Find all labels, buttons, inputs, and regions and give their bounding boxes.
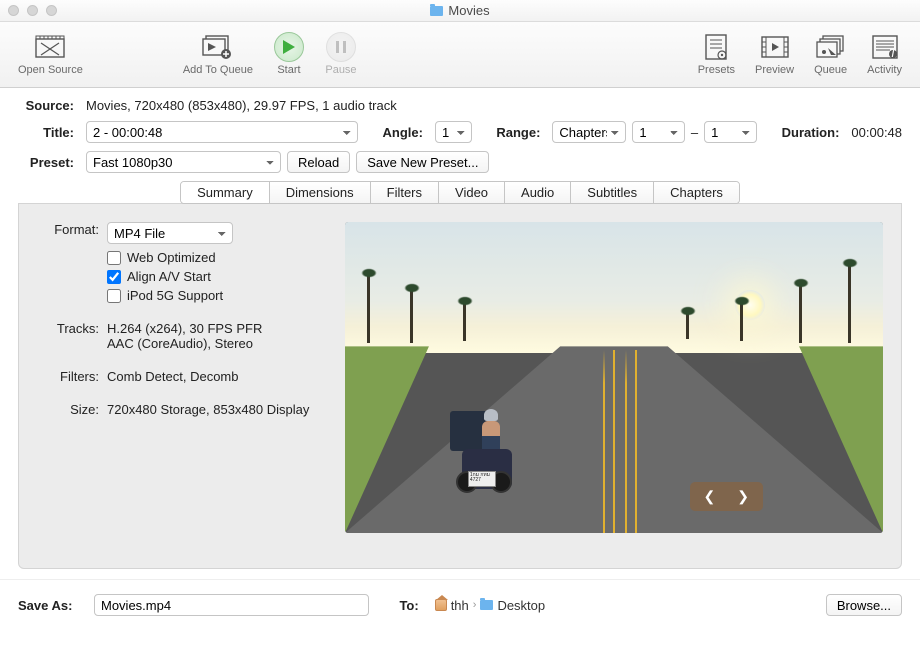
web-optimized-label: Web Optimized bbox=[127, 250, 216, 265]
path-folder: Desktop bbox=[497, 598, 545, 613]
to-label: To: bbox=[395, 598, 419, 613]
toolbar: Open Source Add To Queue Start Pause Pre… bbox=[0, 22, 920, 88]
pause-icon bbox=[325, 33, 357, 61]
preview-label: Preview bbox=[755, 64, 794, 76]
add-to-queue-icon bbox=[202, 33, 234, 61]
queue-button[interactable]: Queue bbox=[804, 29, 857, 80]
angle-label: Angle: bbox=[379, 125, 423, 140]
range-type-select[interactable]: Chapters bbox=[552, 121, 626, 143]
preview-icon bbox=[759, 33, 791, 61]
save-new-preset-button[interactable]: Save New Preset... bbox=[356, 151, 489, 173]
filters-value: Comb Detect, Decomb bbox=[107, 369, 327, 384]
activity-label: Activity bbox=[867, 64, 902, 76]
browse-button[interactable]: Browse... bbox=[826, 594, 902, 616]
format-label: Format: bbox=[37, 222, 99, 307]
start-label: Start bbox=[277, 64, 300, 76]
duration-label: Duration: bbox=[777, 125, 839, 140]
preset-select[interactable]: Fast 1080p30 bbox=[86, 151, 281, 173]
tracks-video: H.264 (x264), 30 FPS PFR bbox=[107, 321, 327, 336]
tab-video[interactable]: Video bbox=[439, 182, 505, 203]
filters-label: Filters: bbox=[37, 369, 99, 384]
tracks-label: Tracks: bbox=[37, 321, 99, 351]
source-row: Source: Movies, 720x480 (853x480), 29.97… bbox=[18, 98, 902, 113]
activity-icon: i bbox=[869, 33, 901, 61]
preview-prev-button[interactable]: ❮ bbox=[704, 488, 716, 505]
save-as-label: Save As: bbox=[18, 598, 78, 613]
size-value: 720x480 Storage, 853x480 Display bbox=[107, 402, 327, 417]
play-icon bbox=[273, 33, 305, 61]
tab-dimensions[interactable]: Dimensions bbox=[270, 182, 371, 203]
tab-filters[interactable]: Filters bbox=[371, 182, 439, 203]
presets-icon bbox=[700, 33, 732, 61]
add-to-queue-label: Add To Queue bbox=[183, 64, 253, 76]
start-button[interactable]: Start bbox=[263, 29, 315, 80]
reload-button[interactable]: Reload bbox=[287, 151, 350, 173]
preview-subject: 1กม กทม 4727 bbox=[442, 379, 532, 489]
preview-button[interactable]: Preview bbox=[745, 29, 804, 80]
title-label: Title: bbox=[18, 125, 74, 140]
summary-panel: Format: MP4 File Web Optimized Align A/V… bbox=[18, 203, 902, 569]
preview-nav: ❮ ❯ bbox=[690, 482, 763, 511]
range-to-select[interactable]: 1 bbox=[704, 121, 756, 143]
save-as-input[interactable] bbox=[94, 594, 369, 616]
preview-image: 1กม กทม 4727 ❮ ❯ bbox=[345, 222, 883, 533]
tracks-audio: AAC (CoreAudio), Stereo bbox=[107, 336, 327, 351]
preset-label: Preset: bbox=[18, 155, 74, 170]
chevron-right-icon: › bbox=[473, 599, 477, 611]
add-to-queue-button[interactable]: Add To Queue bbox=[173, 29, 263, 80]
license-plate: 1กม กทม 4727 bbox=[468, 471, 496, 487]
ipod-5g-label: iPod 5G Support bbox=[127, 288, 223, 303]
queue-label: Queue bbox=[814, 64, 847, 76]
format-select[interactable]: MP4 File bbox=[107, 222, 233, 244]
web-optimized-checkbox[interactable]: Web Optimized bbox=[107, 250, 327, 265]
window-title: Movies bbox=[0, 3, 920, 18]
duration-value: 00:00:48 bbox=[851, 125, 902, 140]
folder-icon bbox=[430, 6, 443, 16]
tabs: Summary Dimensions Filters Video Audio S… bbox=[180, 181, 740, 204]
ipod-5g-checkbox[interactable]: iPod 5G Support bbox=[107, 288, 327, 303]
pause-label: Pause bbox=[325, 64, 356, 76]
range-separator: – bbox=[691, 125, 698, 140]
destination-path[interactable]: thh › Desktop bbox=[435, 598, 545, 613]
open-source-button[interactable]: Open Source bbox=[8, 29, 93, 80]
window-title-text: Movies bbox=[448, 3, 489, 18]
title-select[interactable]: 2 - 00:00:48 bbox=[86, 121, 358, 143]
open-source-label: Open Source bbox=[18, 64, 83, 76]
align-av-label: Align A/V Start bbox=[127, 269, 211, 284]
preset-row: Preset: Fast 1080p30 Reload Save New Pre… bbox=[18, 151, 902, 173]
activity-button[interactable]: i Activity bbox=[857, 29, 912, 80]
footer: Save As: To: thh › Desktop Browse... bbox=[0, 579, 920, 630]
tab-subtitles[interactable]: Subtitles bbox=[571, 182, 654, 203]
presets-button[interactable]: Presets bbox=[688, 29, 745, 80]
angle-select[interactable]: 1 bbox=[435, 121, 472, 143]
path-user: thh bbox=[451, 598, 469, 613]
pause-button[interactable]: Pause bbox=[315, 29, 367, 80]
titlebar: Movies bbox=[0, 0, 920, 22]
home-icon bbox=[435, 599, 447, 611]
film-icon bbox=[34, 33, 66, 61]
tab-chapters[interactable]: Chapters bbox=[654, 182, 739, 203]
size-label: Size: bbox=[37, 402, 99, 417]
tab-audio[interactable]: Audio bbox=[505, 182, 571, 203]
folder-icon bbox=[480, 600, 493, 610]
preview-next-button[interactable]: ❯ bbox=[737, 488, 749, 505]
tab-summary[interactable]: Summary bbox=[181, 182, 270, 203]
queue-icon bbox=[815, 33, 847, 61]
title-row: Title: 2 - 00:00:48 Angle: 1 Range: Chap… bbox=[18, 121, 902, 143]
range-from-select[interactable]: 1 bbox=[632, 121, 684, 143]
range-label: Range: bbox=[492, 125, 540, 140]
source-value: Movies, 720x480 (853x480), 29.97 FPS, 1 … bbox=[86, 98, 397, 113]
presets-label: Presets bbox=[698, 64, 735, 76]
align-av-checkbox[interactable]: Align A/V Start bbox=[107, 269, 327, 284]
source-label: Source: bbox=[18, 98, 74, 113]
